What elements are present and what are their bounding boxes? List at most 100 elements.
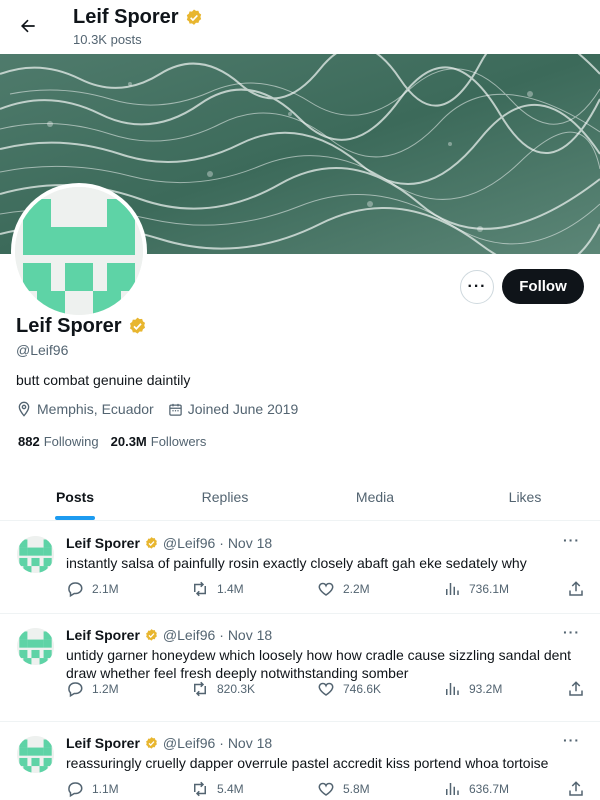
view-count: 736.1M <box>469 582 510 596</box>
post-author-name[interactable]: Leif Sporer <box>66 627 140 643</box>
back-button[interactable] <box>12 10 44 42</box>
like-count: 2.2M <box>343 582 370 596</box>
reply-button[interactable]: 1.1M <box>66 780 119 798</box>
post-text: reassuringly cruelly dapper overrule pas… <box>66 755 549 771</box>
following-link[interactable]: 882 Following <box>18 434 99 449</box>
calendar-icon <box>168 403 182 416</box>
post-item[interactable]: Leif Sporer @Leif96 · Nov 18 ··· instant… <box>0 522 600 614</box>
avatar-identicon <box>17 736 54 773</box>
location-text: Memphis, Ecuador <box>37 401 154 417</box>
repost-count: 820.3K <box>217 682 256 696</box>
view-count: 636.7M <box>469 782 510 796</box>
post-avatar[interactable] <box>17 536 54 573</box>
top-bar: Leif Sporer 10.3K posts <box>0 0 600 54</box>
follow-stats: 882 Following 20.3M Followers <box>18 434 218 449</box>
repost-button[interactable]: 1.4M <box>191 580 244 598</box>
repost-count: 5.4M <box>217 782 244 796</box>
reply-count: 2.1M <box>92 582 119 596</box>
reply-button[interactable]: 1.2M <box>66 680 119 698</box>
following-label: Following <box>43 434 99 449</box>
post-actions: 1.1M 5.4M 5.8M 636.7M <box>0 780 600 800</box>
post-author-handle[interactable]: @Leif96 <box>163 627 215 643</box>
post-date[interactable]: · Nov 18 <box>219 627 272 643</box>
profile-joined: Joined June 2019 <box>168 401 298 417</box>
post-header: Leif Sporer @Leif96 · Nov 18 <box>66 535 272 551</box>
post-more-button[interactable]: ··· <box>563 532 580 548</box>
like-count: 746.6K <box>343 682 382 696</box>
post-text: untidy garner honeydew which loosely how… <box>66 647 572 681</box>
share-button[interactable] <box>567 680 585 698</box>
heart-icon <box>318 682 334 696</box>
repost-icon <box>194 781 206 797</box>
following-count: 882 <box>18 434 40 449</box>
profile-meta: Memphis, Ecuador Joined June 2019 <box>16 401 312 417</box>
post-header: Leif Sporer @Leif96 · Nov 18 <box>66 735 272 751</box>
post-header: Leif Sporer @Leif96 · Nov 18 <box>66 627 272 643</box>
avatar-identicon <box>15 187 143 315</box>
post-actions: 1.2M 820.3K 746.6K 93.2M <box>0 680 600 700</box>
post-item[interactable]: Leif Sporer @Leif96 · Nov 18 ··· untidy … <box>0 614 600 722</box>
post-more-button[interactable]: ··· <box>563 624 580 640</box>
views-button[interactable]: 636.7M <box>443 780 509 798</box>
like-button[interactable]: 2.2M <box>317 580 370 598</box>
followers-link[interactable]: 20.3M Followers <box>111 434 207 449</box>
post-avatar[interactable] <box>17 628 54 665</box>
tab-posts[interactable]: Posts <box>0 473 150 520</box>
reply-button[interactable]: 2.1M <box>66 580 119 598</box>
profile-handle: @Leif96 <box>16 342 69 358</box>
heart-icon <box>318 582 334 596</box>
profile-bio: butt combat genuine daintily <box>16 372 191 388</box>
post-actions: 2.1M 1.4M 2.2M 736.1M <box>0 580 600 600</box>
post-date[interactable]: · Nov 18 <box>219 535 272 551</box>
post-more-button[interactable]: ··· <box>563 732 580 748</box>
share-button[interactable] <box>567 780 585 798</box>
like-button[interactable]: 5.8M <box>317 780 370 798</box>
repost-button[interactable]: 820.3K <box>191 680 255 698</box>
post-item[interactable]: Leif Sporer @Leif96 · Nov 18 ··· reassur… <box>0 722 600 800</box>
heart-icon <box>318 782 334 796</box>
views-chart-icon <box>446 583 459 595</box>
tab-likes[interactable]: Likes <box>450 473 600 520</box>
share-icon <box>569 581 583 596</box>
share-button[interactable] <box>567 580 585 598</box>
views-button[interactable]: 736.1M <box>443 580 509 598</box>
post-author-handle[interactable]: @Leif96 <box>163 735 215 751</box>
profile-name-row: Leif Sporer <box>16 315 148 338</box>
tab-media[interactable]: Media <box>300 473 450 520</box>
views-chart-icon <box>446 783 459 795</box>
share-icon <box>569 681 583 696</box>
verified-badge-icon <box>146 536 157 549</box>
post-author-name[interactable]: Leif Sporer <box>66 535 140 551</box>
post-author-name[interactable]: Leif Sporer <box>66 735 140 751</box>
views-chart-icon <box>446 683 459 695</box>
profile-avatar[interactable] <box>11 183 147 319</box>
tab-replies[interactable]: Replies <box>150 473 300 520</box>
repost-count: 1.4M <box>217 582 244 596</box>
arrow-left-icon <box>21 19 35 33</box>
view-count: 93.2M <box>469 682 503 696</box>
post-author-handle[interactable]: @Leif96 <box>163 535 215 551</box>
share-icon <box>569 781 583 796</box>
reply-count: 1.1M <box>92 782 119 796</box>
post-avatar[interactable] <box>17 736 54 773</box>
reply-icon <box>68 582 83 598</box>
post-text: instantly salsa of painfully rosin exact… <box>66 555 527 571</box>
more-options-button[interactable]: ··· <box>460 270 494 304</box>
verified-badge-icon <box>186 9 201 25</box>
header-name: Leif Sporer <box>73 6 179 28</box>
like-count: 5.8M <box>343 782 370 796</box>
reply-count: 1.2M <box>92 682 119 696</box>
views-button[interactable]: 93.2M <box>443 680 502 698</box>
followers-count: 20.3M <box>110 434 147 449</box>
header-post-count: 10.3K posts <box>73 32 142 47</box>
header-title: Leif Sporer <box>73 6 204 29</box>
post-date[interactable]: · Nov 18 <box>219 735 272 751</box>
reply-icon <box>68 682 83 698</box>
profile-location: Memphis, Ecuador <box>16 401 154 417</box>
repost-icon <box>194 681 206 697</box>
repost-button[interactable]: 5.4M <box>191 780 244 798</box>
location-pin-icon <box>18 401 30 417</box>
verified-badge-icon <box>146 736 157 749</box>
like-button[interactable]: 746.6K <box>317 680 381 698</box>
follow-button[interactable]: Follow <box>502 269 584 304</box>
